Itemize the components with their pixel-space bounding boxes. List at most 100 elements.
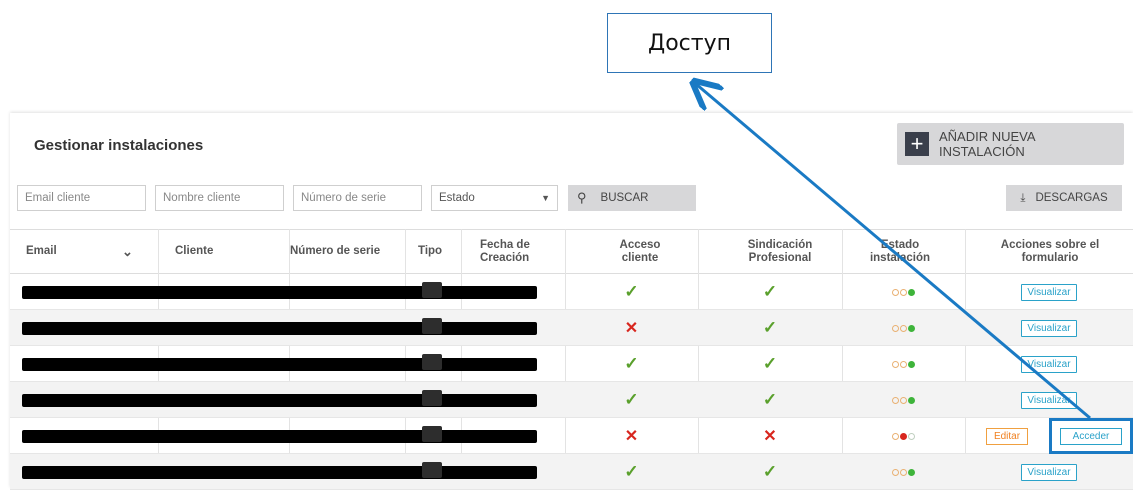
status-indicator [842, 274, 965, 310]
view-button[interactable]: Visualizar [1021, 391, 1077, 409]
status-dot [900, 468, 907, 476]
syndication-check-icon: ✓ [762, 354, 778, 373]
access-check-icon: ✓ [624, 462, 639, 481]
device-type-icon [422, 318, 442, 334]
redacted-content [22, 286, 537, 299]
redacted-content [22, 394, 537, 407]
search-icon: ⚲ [577, 190, 587, 205]
status-select-value: Estado [439, 192, 475, 204]
edit-button[interactable]: Editar [985, 427, 1029, 445]
status-indicator [842, 418, 965, 454]
access-check-icon: ✓ [624, 390, 639, 409]
status-dot [892, 468, 899, 476]
chevron-down-icon: ⌄ [122, 244, 133, 259]
access-cross-icon: ✕ [624, 320, 639, 337]
device-type-icon [422, 354, 442, 370]
view-button[interactable]: Visualizar [1021, 463, 1077, 481]
status-dot [908, 324, 915, 332]
column-serial-label: Número de serie [290, 245, 381, 257]
caret-down-icon: ▼ [541, 193, 550, 203]
column-client-label: Cliente [175, 245, 214, 257]
status-dot [908, 360, 915, 368]
downloads-button[interactable]: ⤓ DESCARGAS [1006, 185, 1122, 211]
column-actions-header: Acciones sobre el formulario [995, 230, 1105, 273]
search-button-label: BUSCAR [600, 192, 649, 204]
column-serial-header: Número de serie [290, 230, 385, 273]
status-dot [908, 288, 915, 296]
status-dot [892, 360, 899, 368]
column-date-label: Fecha de Creación [480, 238, 530, 264]
status-dot [900, 432, 907, 440]
status-dot [900, 288, 907, 296]
column-email-label: Email [26, 245, 57, 257]
column-actions-label: Acciones sobre el formulario [1000, 238, 1100, 264]
serial-number-filter-placeholder: Número de serie [301, 192, 387, 204]
column-syndication-label: Sindicación Profesional [747, 238, 813, 264]
redacted-content [22, 358, 537, 371]
table-row: ✓ ✓ Visualizar [10, 454, 1133, 490]
serial-number-filter-input[interactable]: Número de serie [293, 185, 422, 211]
downloads-button-label: DESCARGAS [1035, 192, 1108, 204]
table-row: ✕ ✓ Visualizar [10, 310, 1133, 346]
status-dot [908, 468, 915, 476]
status-indicator [842, 382, 965, 418]
syndication-check-icon: ✓ [762, 318, 778, 337]
column-access-label: Acceso cliente [619, 238, 661, 264]
status-indicator [842, 310, 965, 346]
redacted-content [22, 322, 537, 335]
status-dot [892, 324, 899, 332]
column-type-label: Tipo [418, 245, 443, 257]
device-type-icon [422, 282, 442, 298]
status-indicator [842, 346, 965, 382]
view-button[interactable]: Visualizar [1021, 355, 1077, 373]
redacted-content [22, 466, 537, 479]
view-button[interactable]: Visualizar [1021, 283, 1077, 301]
table-row: ✓ ✓ Visualizar [10, 346, 1133, 382]
client-name-filter-input[interactable]: Nombre cliente [155, 185, 284, 211]
plus-icon: + [905, 132, 929, 156]
status-dot [908, 432, 915, 440]
access-check-icon: ✓ [624, 354, 639, 373]
annotation-callout: Доступ [607, 13, 772, 73]
access-cross-icon: ✕ [624, 428, 639, 445]
table-row: ✓ ✓ Visualizar [10, 274, 1133, 310]
status-dot [900, 360, 907, 368]
status-dot [892, 396, 899, 404]
syndication-check-icon: ✓ [762, 390, 778, 409]
column-status-header: Estado instalación [860, 230, 940, 273]
column-status-label: Estado instalación [869, 238, 931, 264]
column-date-header: Fecha de Creación [480, 230, 565, 273]
search-button[interactable]: ⚲ BUSCAR [568, 185, 696, 211]
add-installation-label: AÑADIR NUEVA INSTALACIÓN [938, 129, 1035, 159]
syndication-check-icon: ✓ [762, 462, 778, 481]
device-type-icon [422, 462, 442, 478]
column-type-header: Tipo [418, 230, 458, 273]
client-name-filter-placeholder: Nombre cliente [163, 192, 241, 204]
syndication-cross-icon: ✕ [763, 428, 777, 445]
status-dot [892, 432, 899, 440]
status-dot [900, 324, 907, 332]
column-email-header[interactable]: Email ⌄ [26, 230, 136, 273]
column-syndication-header: Sindicación Profesional [730, 230, 830, 273]
device-type-icon [422, 426, 442, 442]
status-select[interactable]: Estado ▼ [431, 185, 558, 211]
email-filter-input[interactable]: Email cliente [17, 185, 146, 211]
annotation-highlight-box [1049, 418, 1133, 454]
email-filter-placeholder: Email cliente [25, 192, 91, 204]
column-client-header: Cliente [175, 230, 285, 273]
column-access-header: Acceso cliente [600, 230, 680, 273]
status-indicator [842, 454, 965, 490]
add-installation-button[interactable]: + AÑADIR NUEVA INSTALACIÓN [897, 123, 1124, 165]
table-row: ✓ ✓ Visualizar [10, 382, 1133, 418]
table-row: ✕ ✕ Editar Acceder [10, 418, 1133, 454]
redacted-content [22, 430, 537, 443]
view-button[interactable]: Visualizar [1021, 319, 1077, 337]
access-check-icon: ✓ [624, 282, 639, 301]
status-dot [908, 396, 915, 404]
download-icon: ⤓ [1020, 191, 1026, 204]
status-dot [900, 396, 907, 404]
device-type-icon [422, 390, 442, 406]
status-dot [892, 288, 899, 296]
page-title: Gestionar instalaciones [34, 137, 204, 154]
syndication-check-icon: ✓ [762, 282, 778, 301]
